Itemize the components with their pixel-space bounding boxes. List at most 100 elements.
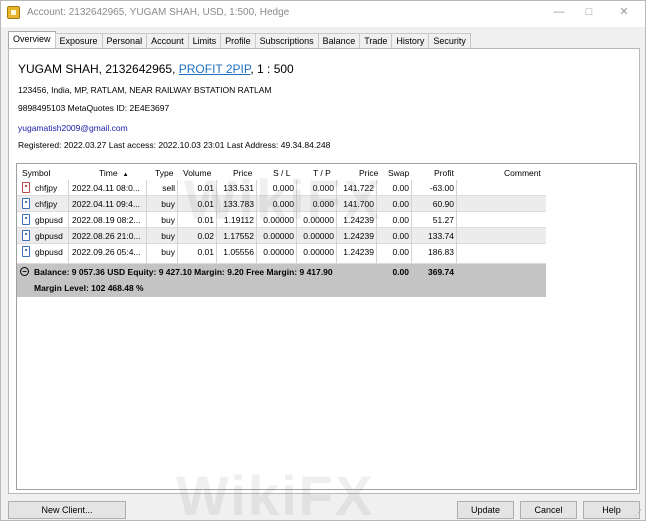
minimize-button[interactable]: —: [544, 1, 574, 25]
table-row[interactable]: gbpusd 2022.09.26 05:4... buy 0.01 1.055…: [17, 244, 546, 264]
cell-price: 133.783: [223, 199, 254, 209]
collapse-icon[interactable]: −: [20, 267, 29, 276]
table-row[interactable]: chfjpy 2022.04.11 08:0... sell 0.01 133.…: [17, 180, 546, 196]
cell-price: 1.19112: [223, 215, 254, 225]
tab-bar: Overview Exposure Personal Account Limits Pro…: [8, 31, 471, 49]
account-group-link[interactable]: PROFIT 2PIP: [179, 62, 251, 76]
cell-tp: 0.000: [312, 183, 334, 193]
cell-type: sell: [162, 183, 175, 193]
cell-swap: 0.00: [392, 247, 409, 257]
cancel-button[interactable]: Cancel: [520, 501, 577, 519]
cell-current-price: 1.24239: [343, 215, 374, 225]
help-button[interactable]: Help: [583, 501, 640, 519]
column-header-sl[interactable]: S / L: [273, 168, 290, 178]
summary-balance-line: Balance: 9 057.36 USD Equity: 9 427.10 M…: [34, 267, 333, 277]
table-row[interactable]: chfjpy 2022.04.11 09:4... buy 0.01 133.7…: [17, 196, 546, 212]
account-email-link[interactable]: yugamatish2009@gmail.com: [18, 123, 128, 133]
cell-tp: 0.00000: [303, 247, 334, 257]
cell-symbol: gbpusd: [35, 215, 63, 225]
column-header-comment[interactable]: Comment: [504, 168, 541, 178]
cell-profit: 60.90: [432, 199, 454, 209]
column-header-type[interactable]: Type: [155, 168, 173, 178]
cell-profit: -63.00: [429, 183, 454, 193]
account-address: 123456, India, MP, RATLAM, NEAR RAILWAY …: [18, 85, 272, 95]
column-header-tp[interactable]: T / P: [313, 168, 331, 178]
column-divider: [296, 180, 297, 264]
cell-profit: 133.74: [428, 231, 454, 241]
positions-table: Symbol Time ▲ Type Volume Price S / L T /…: [16, 163, 637, 490]
column-header-time[interactable]: Time ▲: [99, 168, 129, 178]
buy-order-icon: [22, 246, 30, 257]
cell-type: buy: [161, 231, 175, 241]
cell-tp: 0.00000: [303, 231, 334, 241]
cell-price: 1.05556: [223, 247, 254, 257]
cell-symbol: gbpusd: [35, 247, 63, 257]
cell-price: 1.17552: [223, 231, 254, 241]
account-summary-row[interactable]: − Balance: 9 057.36 USD Equity: 9 427.10…: [17, 264, 546, 297]
cell-volume: 0.01: [197, 247, 214, 257]
tab-subscriptions[interactable]: Subscriptions: [254, 33, 319, 49]
cell-current-price: 1.24239: [343, 247, 374, 257]
tab-limits[interactable]: Limits: [187, 33, 222, 49]
buy-order-icon: [22, 230, 30, 241]
column-header-swap[interactable]: Swap: [388, 168, 409, 178]
column-divider: [216, 180, 217, 264]
tab-exposure[interactable]: Exposure: [54, 33, 103, 49]
column-divider: [146, 180, 147, 264]
tab-profile[interactable]: Profile: [220, 33, 256, 49]
column-divider: [411, 180, 412, 264]
column-divider: [256, 180, 257, 264]
summary-margin-level: Margin Level: 102 468.48 %: [34, 283, 144, 293]
cell-symbol: gbpusd: [35, 231, 63, 241]
window-title: Account: 2132642965, YUGAM SHAH, USD, 1:…: [27, 7, 290, 18]
account-registration-info: Registered: 2022.03.27 Last access: 2022…: [18, 140, 331, 150]
cell-profit: 186.83: [428, 247, 454, 257]
maximize-button[interactable]: □: [574, 1, 604, 25]
tab-security[interactable]: Security: [428, 33, 471, 49]
cell-volume: 0.01: [197, 199, 214, 209]
sell-order-icon: [22, 182, 30, 193]
cell-sl: 0.00000: [263, 231, 294, 241]
column-header-volume[interactable]: Volume: [183, 168, 211, 178]
column-header-price[interactable]: Price: [233, 168, 252, 178]
cell-swap: 0.00: [392, 231, 409, 241]
column-header-current-price[interactable]: Price: [359, 168, 378, 178]
column-divider: [336, 180, 337, 264]
tab-balance[interactable]: Balance: [317, 33, 361, 49]
account-name-number: YUGAM SHAH, 2132642965,: [18, 62, 179, 76]
cell-time: 2022.08.26 21:0...: [72, 231, 141, 241]
tab-overview[interactable]: Overview: [8, 31, 56, 49]
tab-history[interactable]: History: [391, 33, 430, 49]
title-bar[interactable]: Account: 2132642965, YUGAM SHAH, USD, 1:…: [1, 1, 645, 27]
cell-price: 133.531: [223, 183, 254, 193]
tab-trade[interactable]: Trade: [359, 33, 393, 49]
account-leverage: , 1 : 500: [250, 62, 294, 76]
summary-profit: 369.74: [428, 267, 454, 277]
new-client-button[interactable]: New Client...: [8, 501, 126, 519]
account-window: Account: 2132642965, YUGAM SHAH, USD, 1:…: [0, 0, 646, 521]
cell-swap: 0.00: [392, 183, 409, 193]
table-row[interactable]: gbpusd 2022.08.26 21:0... buy 0.02 1.175…: [17, 228, 546, 244]
column-divider: [177, 180, 178, 264]
cell-sl: 0.000: [272, 199, 294, 209]
cell-profit: 51.27: [432, 215, 454, 225]
cell-swap: 0.00: [392, 215, 409, 225]
cell-type: buy: [161, 199, 175, 209]
tab-account[interactable]: Account: [146, 33, 189, 49]
column-divider: [376, 180, 377, 264]
resize-grip-icon[interactable]: ⋰: [634, 509, 642, 517]
cell-time: 2022.08.19 08:2...: [72, 215, 141, 225]
close-button[interactable]: ✕: [609, 1, 639, 25]
buy-order-icon: [22, 198, 30, 209]
cell-symbol: chfjpy: [35, 183, 58, 193]
tab-personal[interactable]: Personal: [101, 33, 148, 49]
column-header-profit[interactable]: Profit: [434, 168, 454, 178]
cell-volume: 0.02: [197, 231, 214, 241]
buy-order-icon: [22, 214, 30, 225]
table-row[interactable]: gbpusd 2022.08.19 08:2... buy 0.01 1.191…: [17, 212, 546, 228]
cell-time: 2022.09.26 05:4...: [72, 247, 141, 257]
column-header-symbol[interactable]: Symbol: [22, 168, 50, 178]
cell-type: buy: [161, 247, 175, 257]
column-header-time-label: Time: [99, 168, 118, 178]
update-button[interactable]: Update: [457, 501, 514, 519]
